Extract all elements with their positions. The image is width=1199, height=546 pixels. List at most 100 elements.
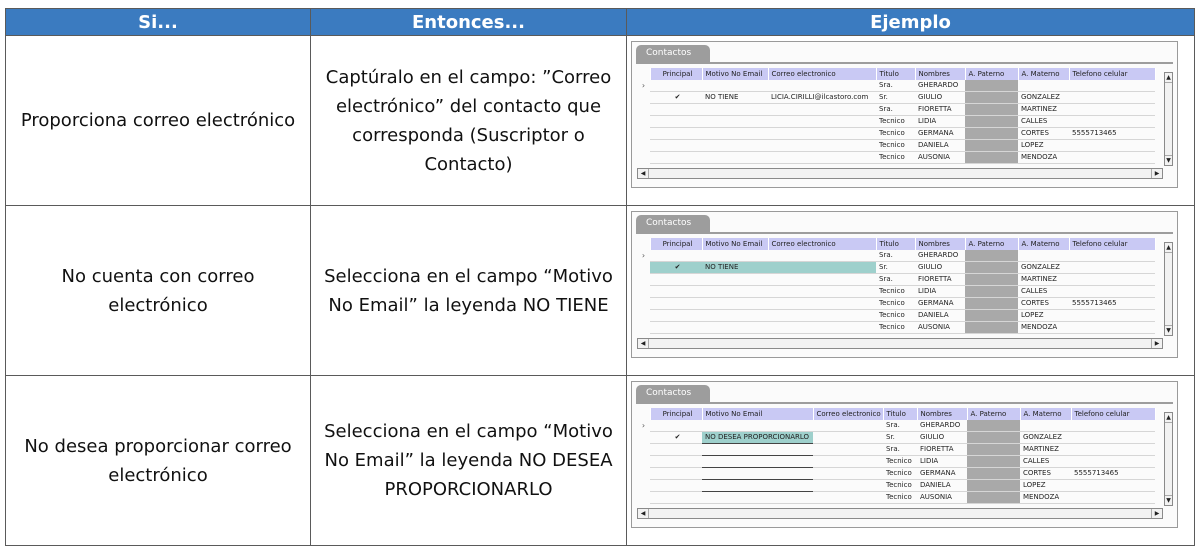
vertical-scrollbar[interactable]: ▲ ▼: [1164, 242, 1173, 336]
correo-electronico-cell[interactable]: [768, 115, 876, 128]
a-materno-cell[interactable]: GONZALEZ: [1018, 91, 1069, 104]
col-header[interactable]: Nombres: [917, 408, 968, 420]
correo-electronico-cell[interactable]: [768, 151, 876, 164]
motivo-no-email-cell[interactable]: [702, 467, 813, 480]
nombres-cell[interactable]: GHERARDO: [917, 420, 967, 432]
a-materno-cell[interactable]: LOPEZ: [1018, 139, 1069, 152]
tab-contactos[interactable]: Contactos: [636, 385, 710, 402]
col-header[interactable]: Principal: [650, 68, 703, 80]
col-header[interactable]: Nombres: [915, 238, 966, 250]
principal-cell[interactable]: [650, 115, 702, 128]
correo-electronico-cell[interactable]: [813, 443, 883, 456]
grid-row[interactable]: Sra. FIORETTA MARTINEZ: [637, 273, 1155, 286]
principal-cell[interactable]: [650, 80, 702, 92]
col-header[interactable]: A. Paterno: [965, 68, 1019, 80]
principal-cell[interactable]: [650, 297, 702, 310]
telefono-celular-cell[interactable]: [1071, 455, 1155, 468]
col-header[interactable]: Motivo No Email: [702, 238, 769, 250]
correo-electronico-cell[interactable]: [768, 321, 876, 334]
correo-electronico-cell[interactable]: [768, 127, 876, 140]
titulo-cell[interactable]: Tecnico: [883, 479, 917, 492]
principal-cell[interactable]: [650, 151, 702, 164]
telefono-celular-cell[interactable]: [1069, 91, 1155, 104]
arrow-up-icon[interactable]: ▲: [1165, 73, 1172, 83]
motivo-no-email-cell[interactable]: [702, 321, 768, 334]
arrow-up-icon[interactable]: ▲: [1165, 243, 1172, 253]
grid-row[interactable]: Tecnico AUSONIA MENDOZA: [637, 151, 1155, 164]
telefono-celular-cell[interactable]: [1071, 491, 1155, 504]
motivo-no-email-cell[interactable]: [702, 151, 768, 164]
a-paterno-cell[interactable]: [967, 455, 1020, 468]
titulo-cell[interactable]: Tecnico: [876, 151, 915, 164]
grid-row[interactable]: Tecnico GERMANA CORTES 5555713465: [637, 297, 1155, 310]
horizontal-scrollbar[interactable]: ◀ ▶: [637, 168, 1163, 179]
motivo-no-email-cell[interactable]: [702, 455, 813, 468]
a-materno-cell[interactable]: CORTES: [1020, 467, 1071, 480]
a-paterno-cell[interactable]: [967, 479, 1020, 492]
telefono-celular-cell[interactable]: [1069, 309, 1155, 322]
titulo-cell[interactable]: Sra.: [883, 443, 917, 456]
a-materno-cell[interactable]: [1018, 250, 1069, 262]
grid-row[interactable]: › Sra. GHERARDO: [637, 250, 1155, 262]
arrow-right-icon[interactable]: ▶: [1151, 339, 1162, 348]
correo-electronico-cell[interactable]: [768, 273, 876, 286]
titulo-cell[interactable]: Tecnico: [883, 455, 917, 468]
a-paterno-cell[interactable]: [967, 431, 1020, 444]
col-header[interactable]: Motivo No Email: [702, 68, 769, 80]
correo-electronico-cell[interactable]: [768, 139, 876, 152]
nombres-cell[interactable]: AUSONIA: [915, 151, 965, 164]
nombres-cell[interactable]: GHERARDO: [915, 250, 965, 262]
a-materno-cell[interactable]: MARTINEZ: [1020, 443, 1071, 456]
col-header[interactable]: Telefono celular: [1069, 68, 1156, 80]
arrow-left-icon[interactable]: ◀: [638, 169, 649, 178]
principal-cell[interactable]: [650, 103, 702, 116]
correo-electronico-cell[interactable]: [813, 467, 883, 480]
motivo-no-email-cell[interactable]: [702, 297, 768, 310]
arrow-down-icon[interactable]: ▼: [1165, 155, 1172, 165]
nombres-cell[interactable]: AUSONIA: [917, 491, 967, 504]
col-header[interactable]: Motivo No Email: [702, 408, 814, 420]
col-header[interactable]: Titulo: [876, 68, 916, 80]
grid-row[interactable]: Sra. FIORETTA MARTINEZ: [637, 103, 1155, 116]
titulo-cell[interactable]: Sr.: [876, 91, 915, 104]
principal-cell[interactable]: [650, 127, 702, 140]
a-materno-cell[interactable]: LOPEZ: [1018, 309, 1069, 322]
motivo-no-email-cell[interactable]: [702, 420, 813, 432]
titulo-cell[interactable]: Sra.: [876, 80, 915, 92]
grid-row[interactable]: › Sra. GHERARDO: [637, 420, 1155, 432]
a-materno-cell[interactable]: LOPEZ: [1020, 479, 1071, 492]
motivo-no-email-cell[interactable]: [702, 80, 768, 92]
a-paterno-cell[interactable]: [965, 297, 1018, 310]
telefono-celular-cell[interactable]: [1071, 420, 1155, 432]
titulo-cell[interactable]: Tecnico: [876, 321, 915, 334]
col-header[interactable]: A. Materno: [1020, 408, 1072, 420]
correo-electronico-cell[interactable]: [813, 420, 883, 432]
telefono-celular-cell[interactable]: [1069, 151, 1155, 164]
nombres-cell[interactable]: LIDIA: [917, 455, 967, 468]
correo-electronico-cell[interactable]: [813, 479, 883, 492]
grid-row[interactable]: Tecnico LIDIA CALLES: [637, 455, 1155, 468]
a-materno-cell[interactable]: CALLES: [1020, 455, 1071, 468]
nombres-cell[interactable]: GIULIO: [915, 91, 965, 104]
principal-cell[interactable]: [650, 273, 702, 286]
horizontal-scrollbar[interactable]: ◀ ▶: [637, 508, 1163, 519]
a-materno-cell[interactable]: MENDOZA: [1018, 321, 1069, 334]
a-paterno-cell[interactable]: [965, 151, 1018, 164]
motivo-no-email-cell[interactable]: [702, 273, 768, 286]
arrow-left-icon[interactable]: ◀: [638, 339, 649, 348]
nombres-cell[interactable]: LIDIA: [915, 115, 965, 128]
a-paterno-cell[interactable]: [965, 261, 1018, 274]
grid-row[interactable]: ✔ NO DESEA PROPORCIONARLO Sr. GIULIO GONZALE…: [637, 431, 1155, 444]
nombres-cell[interactable]: GERMANA: [915, 297, 965, 310]
telefono-celular-cell[interactable]: [1069, 273, 1155, 286]
titulo-cell[interactable]: Sra.: [876, 103, 915, 116]
col-header[interactable]: A. Materno: [1018, 238, 1070, 250]
col-header[interactable]: Principal: [650, 238, 703, 250]
titulo-cell[interactable]: Tecnico: [876, 297, 915, 310]
grid-row[interactable]: Tecnico DANIELA LOPEZ: [637, 139, 1155, 152]
motivo-no-email-cell[interactable]: [702, 491, 813, 504]
a-materno-cell[interactable]: MARTINEZ: [1018, 273, 1069, 286]
motivo-no-email-cell[interactable]: [702, 285, 768, 298]
nombres-cell[interactable]: DANIELA: [915, 139, 965, 152]
a-paterno-cell[interactable]: [965, 91, 1018, 104]
